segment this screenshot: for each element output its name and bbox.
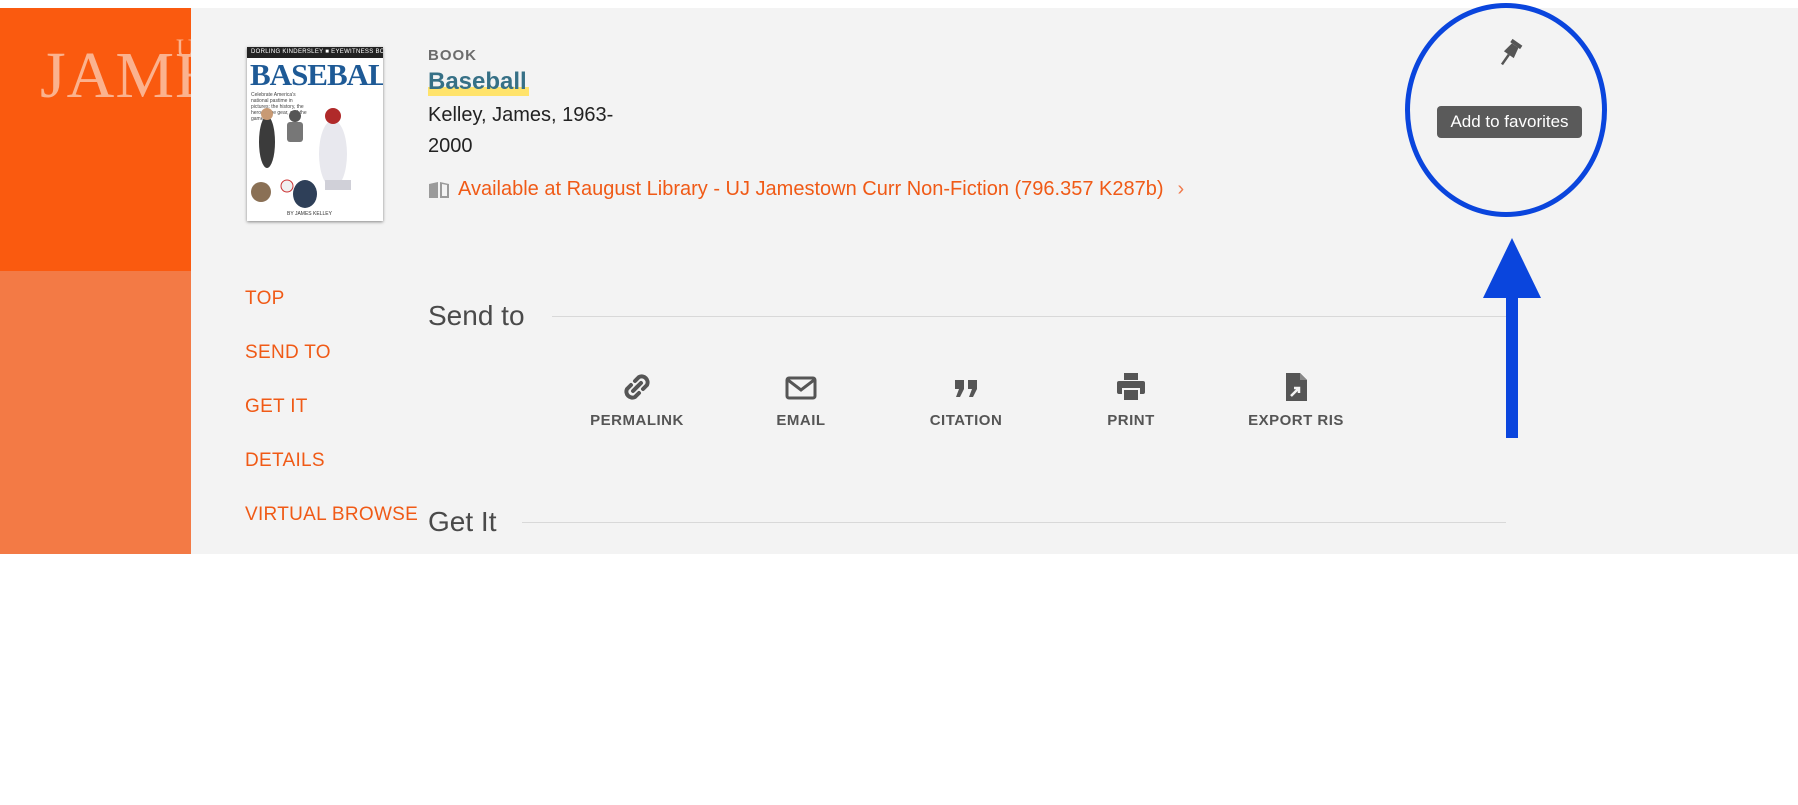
record-type: BOOK: [428, 47, 477, 64]
annotation-arrow: [1483, 238, 1541, 438]
cover-illustration: [251, 108, 351, 208]
nav-link-get-it[interactable]: GET IT: [245, 396, 308, 418]
get-it-divider: [522, 522, 1506, 523]
file-export-icon: [1286, 373, 1307, 401]
sidebar-controls: [0, 271, 191, 805]
availability-text: Available at Raugust Library - UJ Jamest…: [458, 178, 1164, 200]
citation-button[interactable]: CITATION: [906, 370, 1026, 429]
record-title-link[interactable]: Baseball: [428, 68, 529, 96]
chevron-up-icon[interactable]: [70, 636, 130, 676]
university-logo: JAMES: [40, 39, 191, 112]
get-it-heading: Get It: [428, 506, 497, 537]
cover-author: BY JAMES KELLEY: [287, 211, 332, 217]
print-label: PRINT: [1107, 412, 1155, 429]
export-ris-label: EXPORT RIS: [1248, 412, 1344, 429]
print-button[interactable]: PRINT: [1071, 370, 1191, 429]
nav-link-details[interactable]: DETAILS: [245, 450, 325, 472]
nav-link-top[interactable]: TOP: [245, 288, 285, 310]
printer-icon: [1117, 373, 1145, 402]
book-icon: [429, 181, 449, 198]
export-ris-button[interactable]: EXPORT RIS: [1236, 370, 1356, 429]
link-icon: [624, 374, 650, 400]
cover-title: BASEBALL: [250, 57, 383, 92]
nav-link-send-to[interactable]: SEND TO: [245, 342, 331, 364]
annotation-circle: [1405, 3, 1607, 217]
email-button[interactable]: EMAIL: [741, 370, 861, 429]
send-to-heading: Send to: [428, 300, 525, 331]
citation-label: CITATION: [929, 412, 1003, 429]
permalink-button[interactable]: PERMALINK: [577, 370, 697, 429]
nav-link-virtual-browse[interactable]: VIRTUAL BROWSE: [245, 504, 418, 526]
book-cover[interactable]: DORLING KINDERSLEY ■ EYEWITNESS BOOKS BA…: [247, 47, 383, 221]
availability-link[interactable]: Available at Raugust Library - UJ Jamest…: [428, 178, 1184, 201]
permalink-label: PERMALINK: [590, 412, 684, 429]
record-author: Kelley, James, 1963-: [428, 104, 614, 126]
envelope-icon: [785, 376, 817, 400]
close-icon[interactable]: [66, 739, 132, 805]
chevron-right-icon: ›: [1177, 178, 1185, 200]
record-year: 2000: [428, 135, 473, 157]
quote-icon: [955, 380, 977, 397]
logo-panel: JAMES U: [0, 8, 191, 271]
email-label: EMAIL: [776, 412, 826, 429]
send-to-divider: [552, 316, 1506, 317]
logo-superscript: U: [176, 34, 191, 63]
